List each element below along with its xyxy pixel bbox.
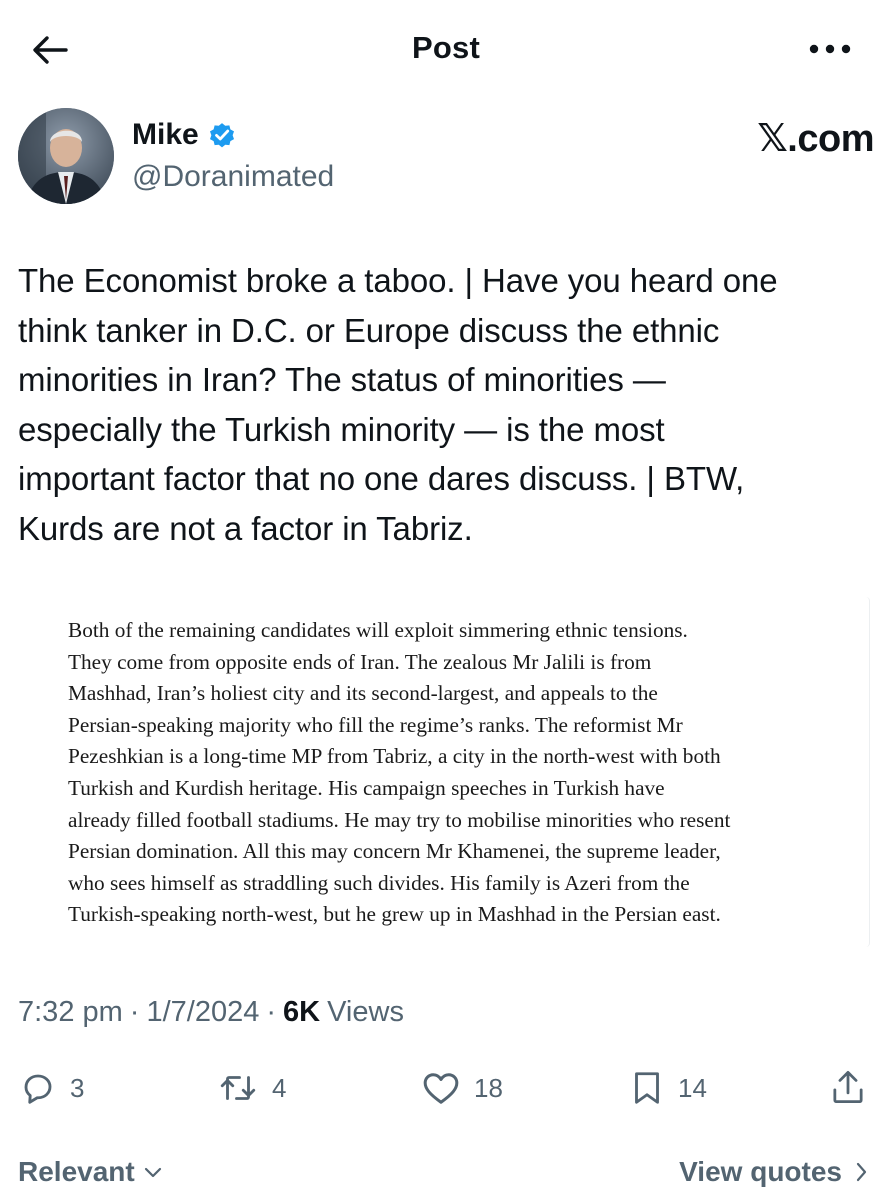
author-name[interactable]: Mike — [132, 118, 199, 152]
avatar-image — [18, 108, 114, 204]
reply-count: 3 — [70, 1072, 85, 1103]
top-bar: Post — [0, 0, 892, 100]
excerpt-line: who sees himself as straddling such divi… — [68, 870, 690, 895]
author-handle[interactable]: @Doranimated — [132, 160, 334, 194]
page-title: Post — [412, 30, 480, 65]
chevron-down-icon — [144, 1167, 161, 1178]
like-count: 18 — [474, 1072, 503, 1103]
share-button[interactable] — [830, 1068, 866, 1106]
views-count: 6K — [283, 996, 321, 1028]
post-text-line: important factor that no one dares discu… — [18, 460, 745, 497]
repost-count: 4 — [272, 1072, 287, 1103]
bookmark-icon — [635, 1072, 659, 1104]
author-row: Mike @Doranimated 𝕏.com — [18, 108, 874, 208]
reply-icon — [24, 1074, 52, 1104]
x-com-watermark: 𝕏.com — [757, 118, 874, 160]
article-excerpt: Both of the remaining candidates will ex… — [68, 615, 858, 931]
like-button[interactable]: 18 — [422, 1070, 503, 1106]
reply-button[interactable]: 3 — [20, 1070, 84, 1106]
post-text-line: Kurds are not a factor in Tabriz. — [18, 509, 473, 547]
excerpt-line: Persian-speaking majority who fill the r… — [68, 712, 683, 737]
excerpt-line: Mashhad, Iran’s holiest city and its sec… — [68, 681, 658, 706]
chevron-right-icon — [856, 1162, 867, 1182]
sort-label: Relevant — [18, 1156, 135, 1187]
excerpt-line: Turkish-speaking north-west, but he grew… — [68, 902, 721, 927]
post-text-line: The Economist broke a taboo. | Have you … — [18, 262, 778, 299]
heart-icon — [423, 1073, 459, 1104]
post-text-line: think tanker in D.C. or Europe discuss t… — [18, 311, 720, 349]
views-label: Views — [327, 996, 404, 1028]
bookmark-button[interactable]: 14 — [630, 1070, 707, 1106]
author-name-row: Mike — [132, 118, 237, 152]
post-time[interactable]: 7:32 pm — [18, 996, 123, 1029]
more-options-button[interactable] — [802, 34, 858, 64]
avatar[interactable] — [18, 108, 114, 204]
action-bar: 3 4 18 14 — [0, 1060, 892, 1120]
bookmark-count: 14 — [678, 1072, 707, 1103]
sort-dropdown[interactable]: Relevant — [18, 1156, 163, 1188]
repost-icon — [220, 1076, 256, 1100]
excerpt-line: already filled football stadiums. He may… — [68, 807, 731, 832]
verified-badge-icon — [209, 123, 234, 148]
excerpt-line: Persian domination. All this may concern… — [68, 839, 721, 864]
view-quotes-link[interactable]: View quotes — [679, 1156, 868, 1188]
excerpt-line: They come from opposite ends of Iran. Th… — [68, 649, 652, 674]
post-meta: 7:32 pm · 1/7/2024 · 6K Views — [18, 996, 404, 1029]
post-text: The Economist broke a taboo. | Have you … — [18, 256, 878, 553]
post-media-image[interactable]: Both of the remaining candidates will ex… — [20, 597, 870, 947]
meta-separator: · — [266, 996, 277, 1028]
excerpt-line: Turkish and Kurdish heritage. His campai… — [68, 775, 665, 800]
repost-button[interactable]: 4 — [218, 1070, 286, 1106]
share-icon — [833, 1070, 863, 1104]
meta-separator: · — [129, 996, 140, 1028]
view-quotes-label: View quotes — [679, 1156, 842, 1187]
post-text-line: minorities in Iran? The status of minori… — [18, 361, 666, 398]
more-horizontal-icon — [809, 44, 851, 54]
excerpt-line: Pezeshkian is a long-time MP from Tabriz… — [68, 744, 721, 769]
bottom-row: Relevant View quotes — [0, 1140, 892, 1200]
excerpt-line: Both of the remaining candidates will ex… — [68, 618, 688, 642]
post-text-line: especially the Turkish minority — is the… — [18, 410, 665, 448]
post-date[interactable]: 1/7/2024 — [146, 996, 259, 1029]
